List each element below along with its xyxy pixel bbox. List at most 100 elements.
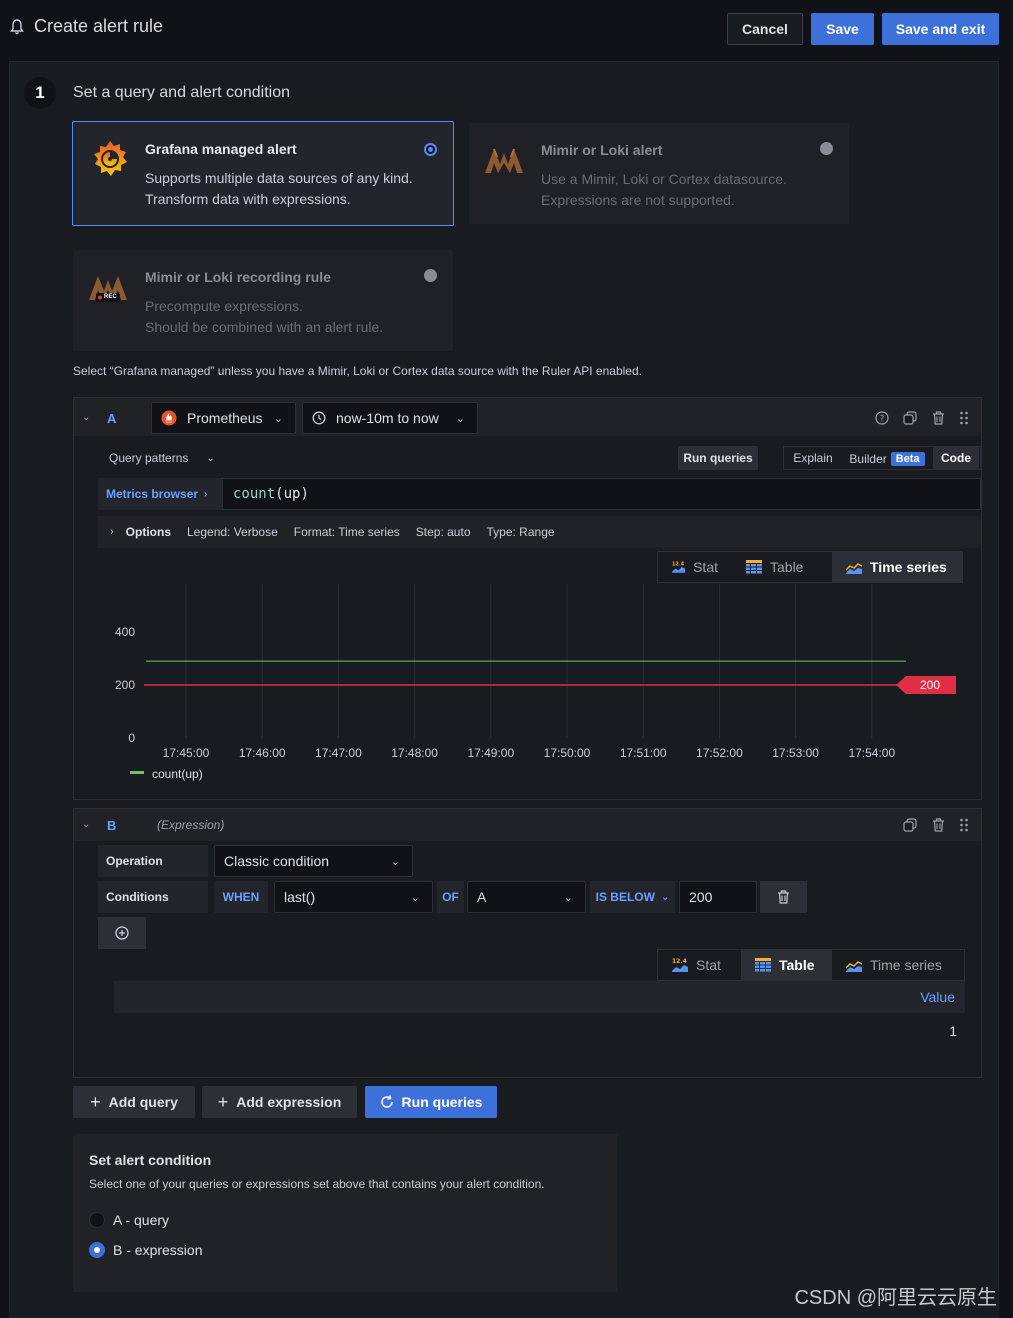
viz-table-tab[interactable]: Table	[732, 552, 832, 582]
query-letter[interactable]: A	[107, 411, 116, 426]
drag-handle-icon[interactable]	[955, 409, 973, 427]
add-expression-button[interactable]: + Add expression	[202, 1086, 357, 1118]
explain-toggle[interactable]: Explain	[788, 446, 838, 470]
chevron-right-icon: ›	[204, 488, 208, 500]
card-radio-selected[interactable]	[424, 143, 437, 156]
chart-x-tick-label: 17:45:00	[163, 746, 210, 760]
viz-timeseries-label: Time series	[870, 957, 942, 973]
viz-timeseries-tab[interactable]: Time series	[832, 950, 964, 980]
collapse-chevron-icon[interactable]: ⌄	[82, 412, 90, 423]
chart-y-tick-label: 400	[115, 625, 135, 639]
options-format: Format: Time series	[293, 525, 400, 539]
chevron-down-icon: ⌄	[390, 855, 400, 868]
collapse-chevron-icon[interactable]: ⌄	[82, 819, 90, 830]
help-icon[interactable]: ?	[873, 409, 891, 427]
trash-icon[interactable]	[929, 409, 947, 427]
alert-condition-desc: Select one of your queries or expression…	[89, 1177, 545, 1191]
stat-icon: 12.4	[672, 561, 686, 573]
result-table-header: Value	[114, 981, 965, 1013]
chevron-down-icon: ⌄	[410, 891, 420, 904]
duplicate-icon[interactable]	[901, 816, 919, 834]
page-title: Create alert rule	[34, 16, 164, 36]
when-keyword: WHEN	[214, 881, 268, 913]
query-args: (up)	[275, 486, 309, 502]
card-description: Supports multiple data sources of any ki…	[145, 168, 413, 210]
cancel-button[interactable]: Cancel	[727, 13, 803, 45]
trash-icon	[778, 890, 789, 904]
duplicate-icon[interactable]	[901, 409, 919, 427]
timeseries-icon	[846, 563, 862, 574]
condition-option-label[interactable]: A - query	[113, 1212, 169, 1228]
viz-stat-label: Stat	[696, 957, 721, 973]
recording-rule-logo-icon	[89, 276, 127, 302]
run-queries-small-button[interactable]: Run queries	[678, 446, 758, 470]
card-description: Use a Mimir, Loki or Cortex datasource. …	[541, 169, 787, 211]
chevron-down-icon: ⌄	[660, 891, 670, 903]
radio-dot-icon	[428, 147, 433, 152]
threshold-input[interactable]: 200	[679, 881, 757, 913]
chevron-right-icon: ›	[110, 526, 114, 538]
viz-table-tab[interactable]: Table	[741, 950, 832, 980]
reducer-select[interactable]: last() ⌄	[274, 881, 433, 913]
query-options-row[interactable]: › Options Legend: Verbose Format: Time s…	[98, 516, 981, 548]
options-type: Type: Range	[486, 525, 555, 539]
operation-select[interactable]: Classic condition ⌄	[214, 845, 413, 877]
drag-handle-icon[interactable]	[955, 816, 973, 834]
viz-timeseries-tab[interactable]: Time series	[832, 552, 962, 582]
conditions-label: Conditions	[98, 881, 208, 913]
plus-icon: +	[90, 1091, 101, 1112]
viz-switch-b: 12.4 Stat Table Time series	[657, 949, 965, 981]
chevron-down-icon: ⌄	[273, 412, 283, 425]
add-condition-button[interactable]	[98, 917, 146, 949]
remove-condition-button[interactable]	[760, 881, 807, 913]
timeseries-chart: 400 200 0 17:45:00 17:46:00 17:47:00 17:48:00 1…	[74, 584, 980, 784]
table-icon	[755, 958, 771, 972]
query-ref-select[interactable]: A ⌄	[467, 881, 586, 913]
add-query-button[interactable]: + Add query	[73, 1086, 195, 1118]
save-and-exit-button[interactable]: Save and exit	[882, 13, 999, 45]
query-editor[interactable]: count(up)	[222, 478, 981, 510]
query-ref-value: A	[477, 889, 487, 905]
condition-radio-a[interactable]	[89, 1212, 105, 1228]
chart-x-tick-label: 17:51:00	[620, 746, 667, 760]
operation-label: Operation	[98, 845, 208, 877]
rule-type-card-recording[interactable]: REC Mimir or Loki recording rule Precomp…	[73, 250, 453, 351]
table-column-header[interactable]: Value	[920, 989, 955, 1005]
evaluator-value: IS BELOW	[595, 890, 655, 904]
time-range-picker[interactable]: now-10m to now ⌄	[302, 402, 478, 434]
builder-tab[interactable]: Builder Beta	[846, 447, 928, 471]
expression-letter[interactable]: B	[107, 818, 116, 833]
card-radio[interactable]	[424, 269, 437, 282]
condition-radio-b[interactable]	[89, 1242, 105, 1258]
datasource-name: Prometheus	[187, 410, 263, 426]
page-header: Create alert rule	[10, 16, 163, 37]
table-row: 1	[114, 1015, 965, 1047]
rule-type-card-grafana[interactable]: Grafana managed alert Supports multiple …	[72, 121, 454, 226]
bell-icon	[10, 18, 24, 34]
chart-x-tick-label: 17:54:00	[848, 746, 895, 760]
card-radio[interactable]	[820, 142, 833, 155]
viz-table-label: Table	[779, 957, 815, 973]
run-queries-button[interactable]: Run queries	[365, 1086, 497, 1118]
viz-stat-tab[interactable]: 12.4 Stat	[658, 552, 732, 582]
chart-x-tick-label: 17:53:00	[772, 746, 819, 760]
datasource-picker[interactable]: Prometheus ⌄	[151, 402, 296, 434]
condition-option-label[interactable]: B - expression	[113, 1242, 202, 1258]
rule-type-card-mimir-alert[interactable]: Mimir or Loki alert Use a Mimir, Loki or…	[469, 123, 849, 224]
save-button[interactable]: Save	[811, 13, 874, 45]
trash-icon[interactable]	[929, 816, 947, 834]
metrics-browser-button[interactable]: Metrics browser ›	[98, 478, 222, 510]
code-tab[interactable]: Code	[933, 447, 979, 469]
chevron-down-icon: ⌄	[206, 452, 215, 464]
viz-timeseries-label: Time series	[870, 559, 947, 575]
query-patterns-dropdown[interactable]: Query patterns ⌄	[109, 451, 215, 465]
chart-threshold-label: 200	[920, 678, 940, 692]
evaluator-dropdown[interactable]: IS BELOW ⌄	[590, 881, 675, 913]
card-title: Grafana managed alert	[145, 141, 297, 157]
viz-stat-label: Stat	[693, 559, 718, 575]
step-title: Set a query and alert condition	[73, 84, 291, 101]
expression-type-label: (Expression)	[157, 818, 225, 832]
viz-stat-tab[interactable]: 12.4 Stat	[658, 950, 741, 980]
options-label: Options	[125, 525, 171, 539]
card-title: Mimir or Loki recording rule	[145, 269, 331, 285]
